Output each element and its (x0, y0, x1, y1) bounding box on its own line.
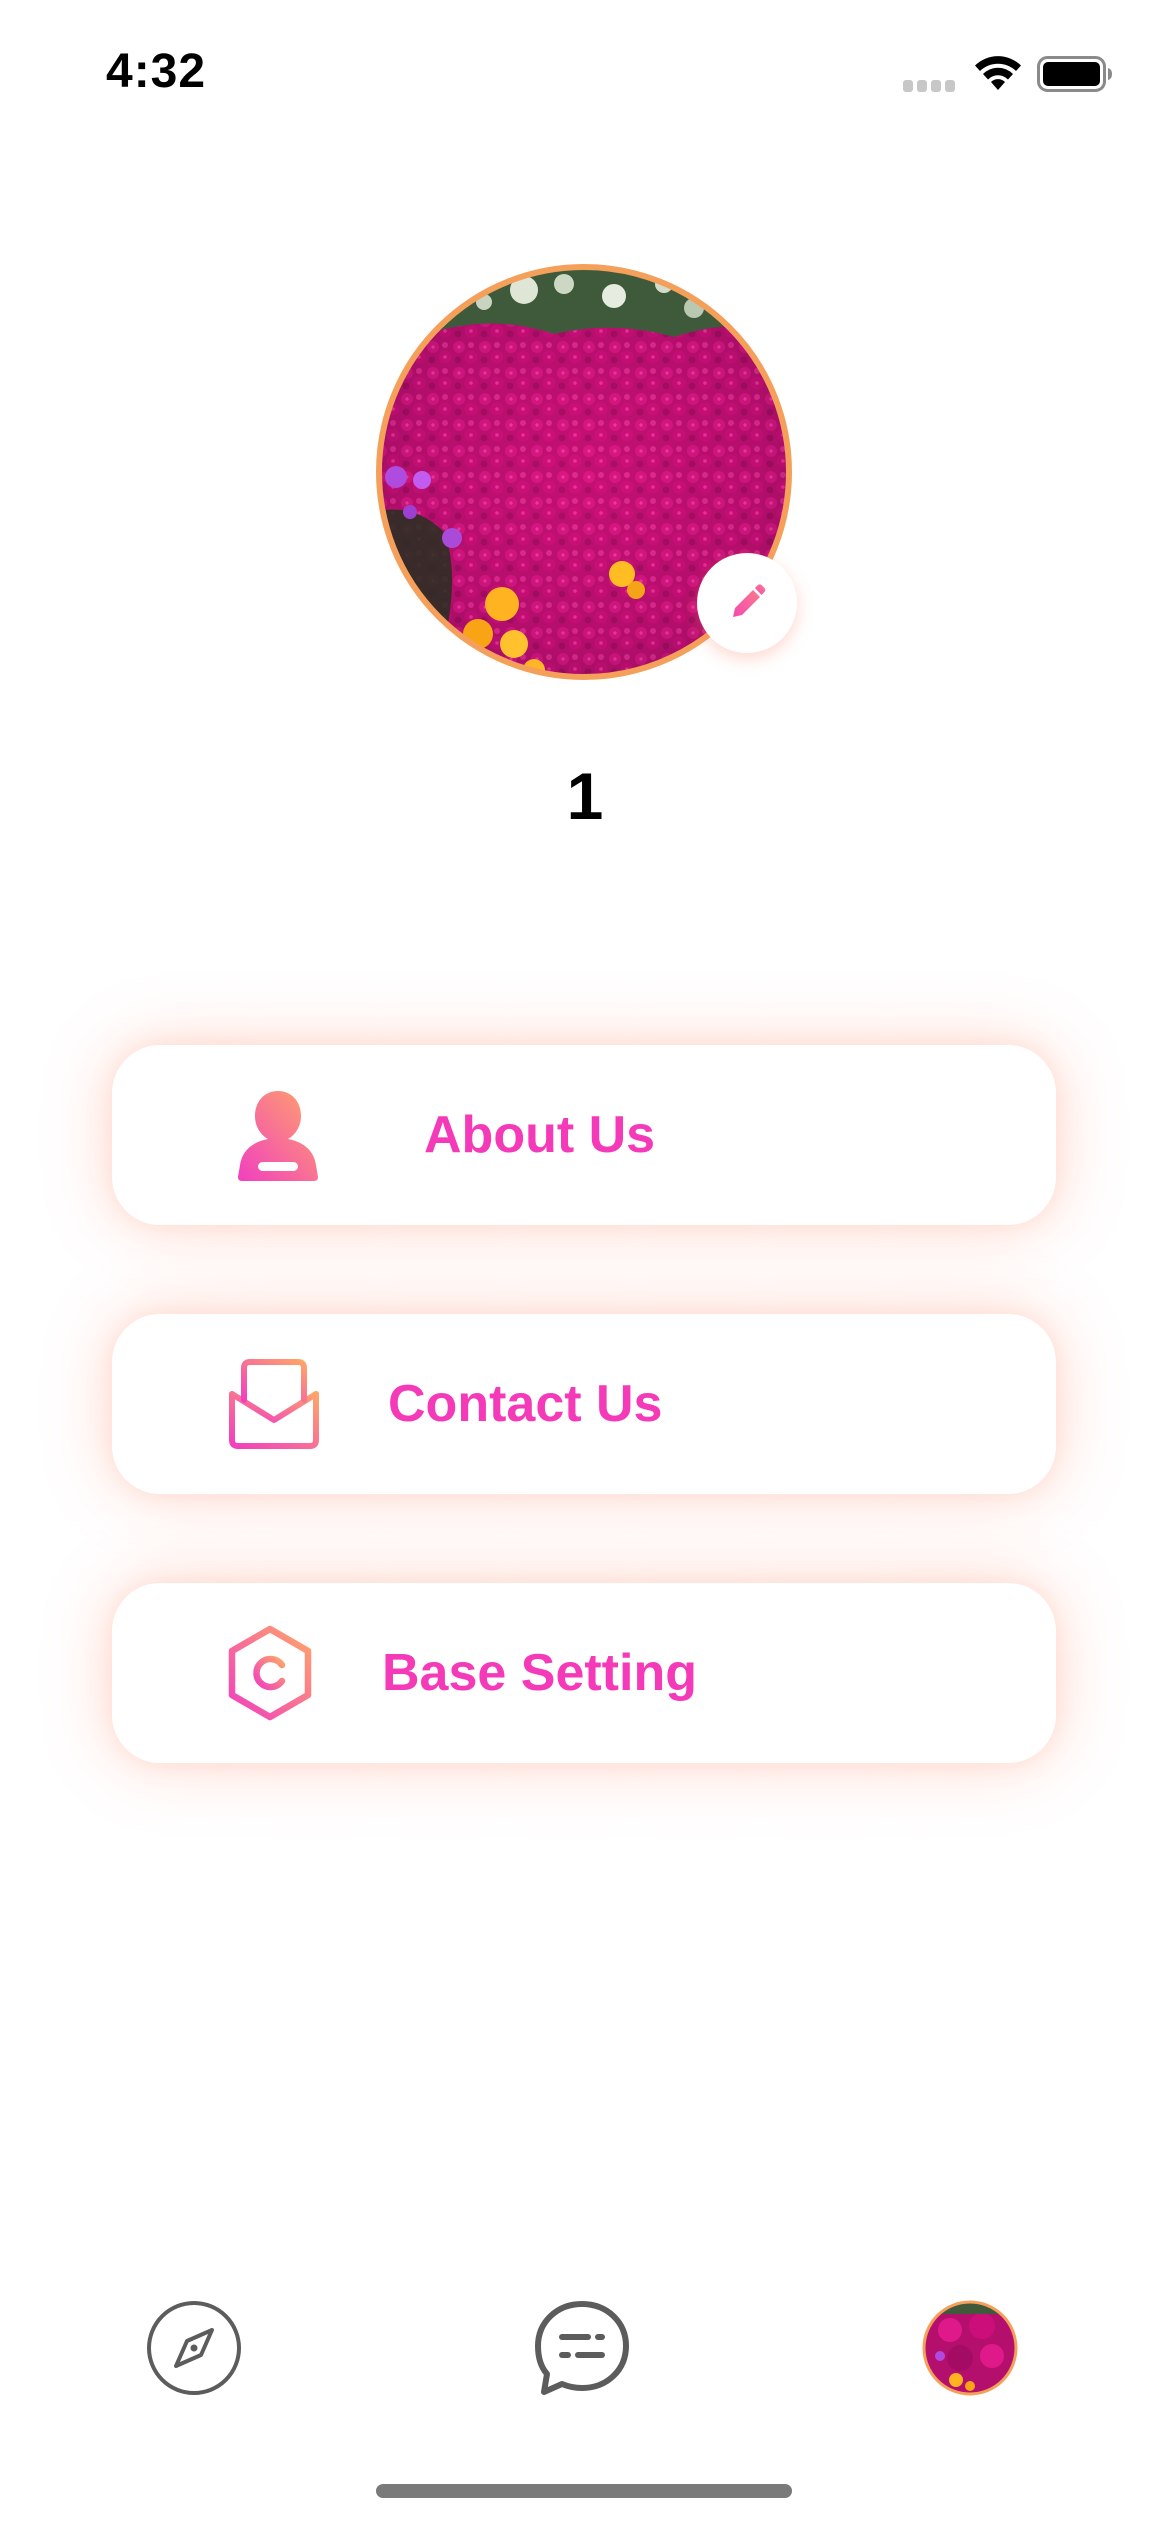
contact-us-label: Contact Us (388, 1375, 663, 1433)
chat-bubble-icon (535, 2301, 629, 2395)
compass-icon (147, 2301, 241, 2395)
contact-us-button[interactable]: Contact Us (112, 1314, 1056, 1494)
avatar-thumbnail (922, 2300, 1018, 2396)
wifi-icon (975, 56, 1021, 90)
profile-name: 1 (566, 759, 604, 833)
base-setting-label: Base Setting (382, 1644, 697, 1702)
tab-messages[interactable] (532, 2298, 632, 2398)
status-time: 4:32 (106, 45, 207, 98)
base-setting-button[interactable]: Base Setting (112, 1583, 1056, 1763)
envelope-icon (229, 1359, 319, 1449)
about-us-button[interactable]: About Us (112, 1045, 1056, 1225)
edit-avatar-button[interactable] (697, 553, 797, 653)
home-indicator (376, 2484, 792, 2498)
cellular-signal-icon (903, 80, 955, 92)
pencil-icon (733, 584, 766, 617)
hexagon-settings-icon (228, 1625, 312, 1721)
tab-discover[interactable] (144, 2298, 244, 2398)
person-icon (238, 1091, 318, 1181)
battery-icon (1037, 56, 1112, 92)
tab-profile[interactable] (920, 2298, 1020, 2398)
about-us-label: About Us (424, 1106, 656, 1164)
